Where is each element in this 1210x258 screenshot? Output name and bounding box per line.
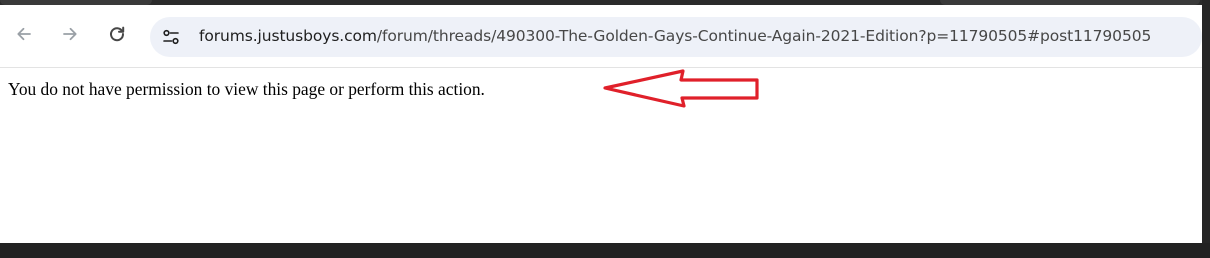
reload-icon bbox=[110, 26, 125, 42]
site-info-button[interactable] bbox=[159, 25, 183, 49]
browser-window: forums.justusboys.com/forum/threads/4903… bbox=[0, 0, 1210, 258]
window-edge bbox=[1202, 0, 1210, 258]
forward-button[interactable] bbox=[56, 20, 84, 48]
tune-icon bbox=[163, 29, 179, 45]
arrow-left-icon bbox=[17, 27, 31, 41]
url-path: /forum/threads/490300-The-Golden-Gays-Co… bbox=[376, 27, 1152, 45]
browser-toolbar: forums.justusboys.com/forum/threads/4903… bbox=[0, 5, 1202, 68]
arrow-right-icon bbox=[63, 27, 77, 41]
url-text[interactable]: forums.justusboys.com/forum/threads/4903… bbox=[199, 27, 1151, 45]
red-arrow-icon bbox=[603, 69, 759, 108]
reload-button[interactable] bbox=[103, 20, 131, 48]
url-host: forums.justusboys.com bbox=[199, 27, 377, 45]
page-content: You do not have permission to view this … bbox=[0, 68, 1202, 243]
address-bar[interactable]: forums.justusboys.com/forum/threads/4903… bbox=[150, 17, 1202, 57]
back-button[interactable] bbox=[10, 20, 38, 48]
permission-error-message: You do not have permission to view this … bbox=[8, 79, 485, 99]
window-bottom-edge bbox=[0, 243, 1210, 258]
